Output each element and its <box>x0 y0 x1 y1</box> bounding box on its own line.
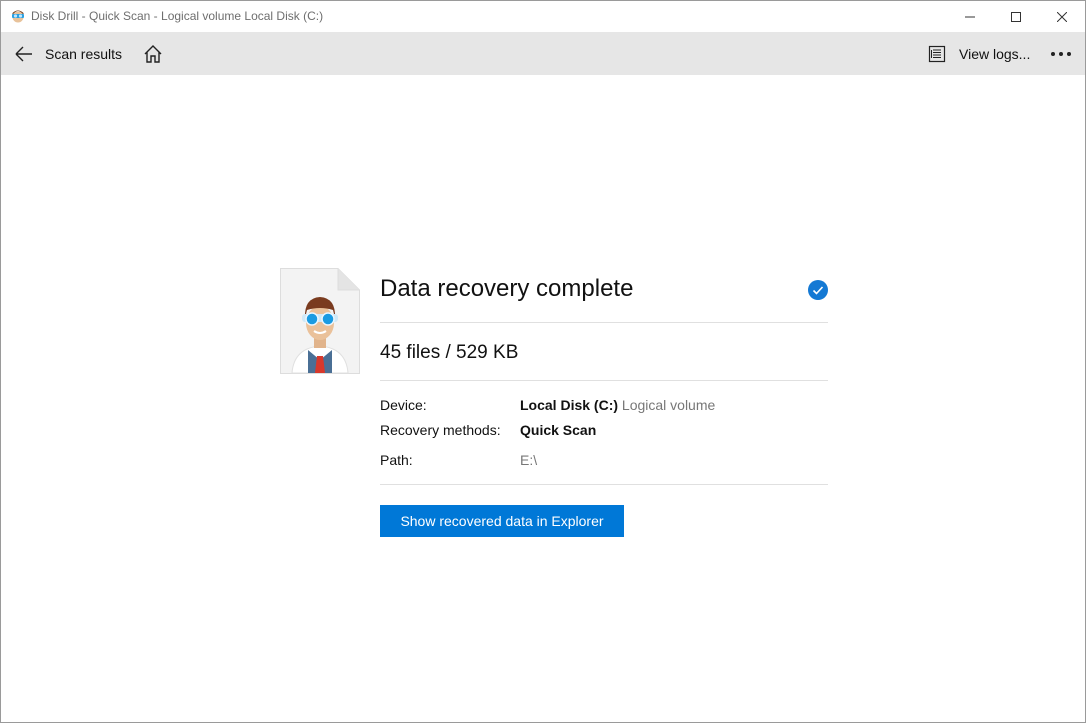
scan-results-link[interactable]: Scan results <box>45 46 122 62</box>
path-label: Path: <box>380 452 413 468</box>
device-name: Local Disk (C:) <box>520 397 619 413</box>
close-icon <box>1057 11 1067 22</box>
maximize-icon <box>1011 11 1021 22</box>
divider <box>380 322 828 323</box>
recovery-methods-value: Quick Scan <box>520 422 597 438</box>
device-type: Logical volume <box>621 397 716 413</box>
minimize-button[interactable] <box>947 1 993 32</box>
view-logs-button[interactable]: View logs... <box>959 46 1030 62</box>
files-summary: 45 files / 529 KB <box>380 342 519 363</box>
more-options-icon[interactable] <box>1051 52 1075 58</box>
device-value: Local Disk (C:) Logical volume <box>520 397 715 413</box>
toolbar: Scan results View logs... <box>1 32 1085 75</box>
app-window: Disk Drill - Quick Scan - Logical volume… <box>0 0 1086 723</box>
minimize-icon <box>965 16 975 17</box>
recovery-methods-label: Recovery methods: <box>380 422 501 438</box>
window-title: Disk Drill - Quick Scan - Logical volume… <box>31 9 324 23</box>
divider <box>380 380 828 381</box>
show-in-explorer-button[interactable]: Show recovered data in Explorer <box>380 505 624 537</box>
path-value: E:\ <box>520 452 538 468</box>
logs-icon[interactable] <box>928 45 946 63</box>
close-button[interactable] <box>1039 1 1085 32</box>
page-title: Data recovery complete <box>380 275 634 302</box>
home-icon[interactable] <box>142 43 164 65</box>
arrow-left-icon[interactable] <box>13 44 35 64</box>
recovered-file-illustration <box>280 268 360 374</box>
maximize-button[interactable] <box>993 1 1039 32</box>
disk-drill-logo-icon <box>12 10 24 23</box>
title-bar: Disk Drill - Quick Scan - Logical volume… <box>1 1 1085 32</box>
divider <box>380 484 828 485</box>
device-label: Device: <box>380 397 427 413</box>
check-circle-icon <box>808 280 828 300</box>
